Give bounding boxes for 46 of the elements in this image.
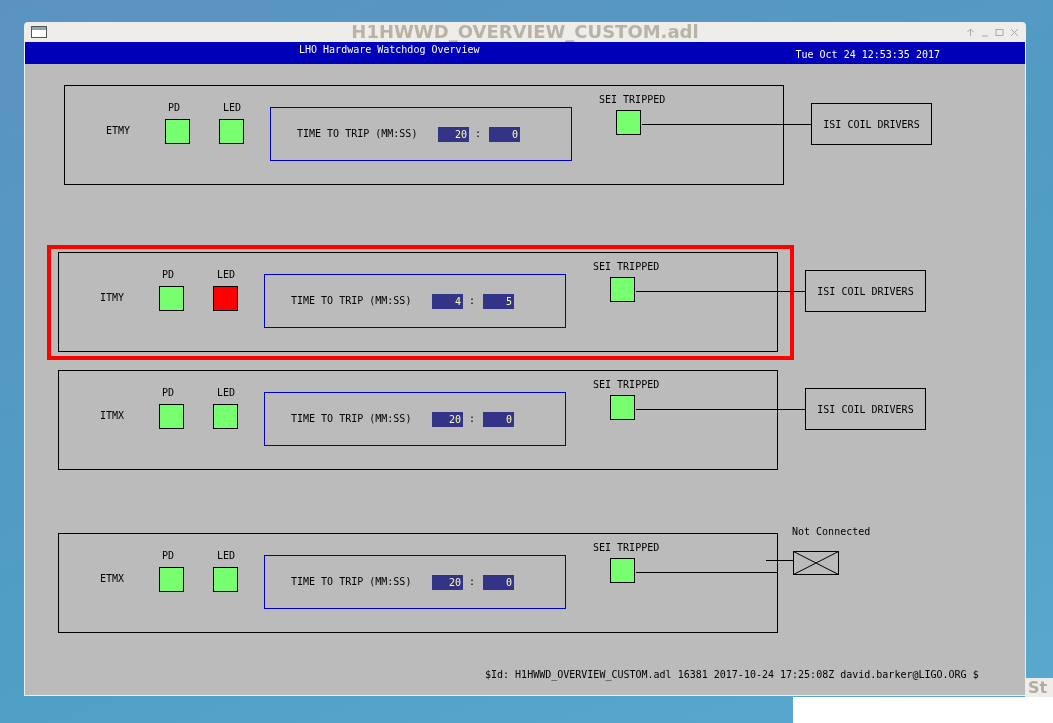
pd-label: PD xyxy=(162,387,175,399)
trip-label: TIME TO TRIP (MM:SS) xyxy=(291,295,412,307)
pd-label: PD xyxy=(168,102,181,114)
led-label: LED xyxy=(217,550,236,562)
not-connected-label: Not Connected xyxy=(792,526,871,538)
timestamp: Tue Oct 24 12:53:35 2017 xyxy=(795,49,940,60)
pd-label: PD xyxy=(162,269,175,281)
not-connected-icon xyxy=(793,551,839,575)
coil-drivers-box: ISI COIL DRIVERS xyxy=(805,270,926,312)
station-label: ETMX xyxy=(100,573,125,585)
background-window-title: St xyxy=(1025,678,1053,697)
trip-label: TIME TO TRIP (MM:SS) xyxy=(291,576,412,588)
seconds-readout: 0 xyxy=(483,412,514,427)
pd-label: PD xyxy=(162,550,175,562)
sei-tripped-label: SEI TRIPPED xyxy=(593,379,660,391)
time-separator: : xyxy=(475,128,482,140)
led-label: LED xyxy=(217,269,236,281)
station-label: ETMY xyxy=(106,125,131,137)
seconds-readout: 0 xyxy=(483,575,514,590)
time-separator: : xyxy=(469,576,476,588)
trip-label: TIME TO TRIP (MM:SS) xyxy=(291,413,412,425)
station-label: ITMY xyxy=(100,292,125,304)
seconds-readout: 0 xyxy=(489,127,520,142)
time-separator: : xyxy=(469,413,476,425)
minutes-readout: 4 xyxy=(432,294,463,309)
station-label: ITMX xyxy=(100,410,125,422)
window-icon xyxy=(31,26,47,38)
close-icon[interactable] xyxy=(1010,28,1019,37)
arrow-up-icon[interactable] xyxy=(966,28,975,37)
window-title: H1HWWD_OVERVIEW_CUSTOM.adl xyxy=(351,22,699,42)
time-separator: : xyxy=(469,295,476,307)
display-title: LHO Hardware Watchdog Overview xyxy=(299,44,480,55)
trip-label: TIME TO TRIP (MM:SS) xyxy=(297,128,418,140)
maximize-icon[interactable] xyxy=(995,28,1004,37)
led-label: LED xyxy=(217,387,236,399)
led-label: LED xyxy=(223,102,242,114)
sei-tripped-label: SEI TRIPPED xyxy=(599,94,666,106)
minutes-readout: 20 xyxy=(432,575,463,590)
minutes-readout: 20 xyxy=(432,412,463,427)
coil-drivers-box: ISI COIL DRIVERS xyxy=(811,103,932,145)
seconds-readout: 5 xyxy=(483,294,514,309)
coil-drivers-box: ISI COIL DRIVERS xyxy=(805,388,926,430)
sei-tripped-label: SEI TRIPPED xyxy=(593,261,660,273)
sei-tripped-label: SEI TRIPPED xyxy=(593,542,660,554)
revision-id-text: $Id: H1HWWD_OVERVIEW_CUSTOM.adl 16381 2017-10-24 17:25:08Z david.barker@LIGO.ORG $ xyxy=(485,669,979,681)
minutes-readout: 20 xyxy=(438,127,469,142)
